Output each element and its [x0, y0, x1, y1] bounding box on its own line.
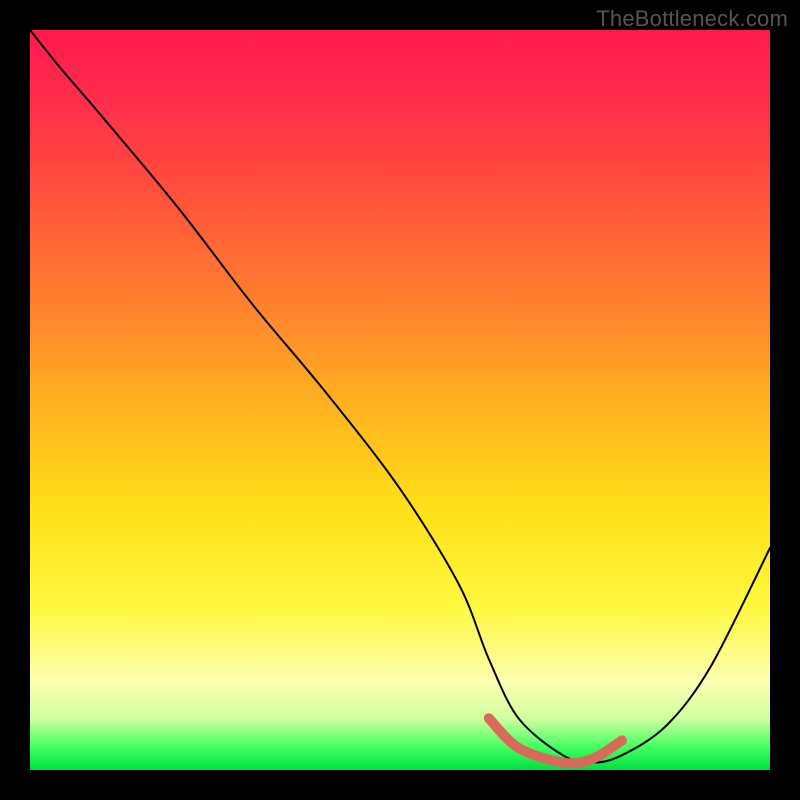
watermark-text: TheBottleneck.com [596, 6, 788, 32]
chart-curve-layer [30, 30, 770, 770]
chart-frame [30, 30, 770, 770]
optimal-highlight [489, 718, 622, 763]
chart-svg [30, 30, 770, 770]
bottleneck-curve [30, 30, 770, 763]
